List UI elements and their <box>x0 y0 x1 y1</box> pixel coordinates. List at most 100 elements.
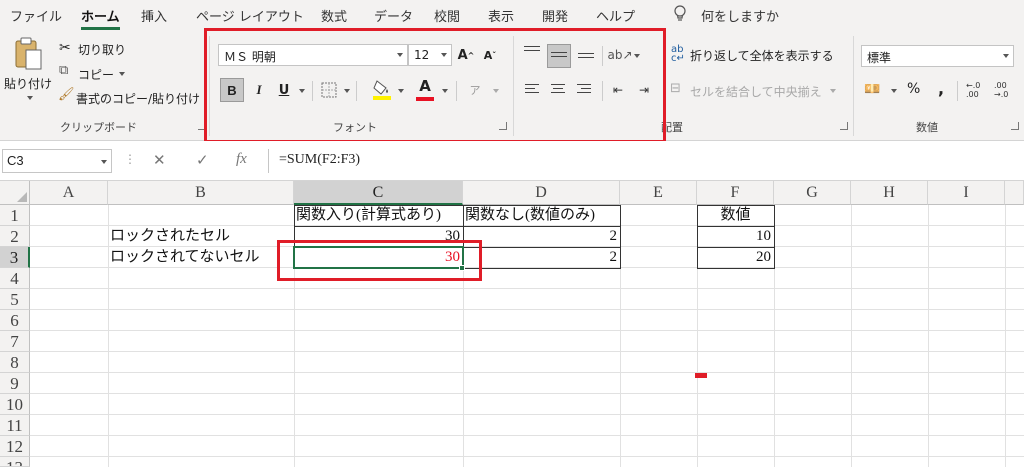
percent-button[interactable]: % <box>907 81 920 97</box>
paste-icon[interactable] <box>13 36 43 72</box>
bottom-align-button[interactable] <box>575 44 597 66</box>
decrease-decimal-icon[interactable]: .00 →.0 <box>994 81 1008 99</box>
col-header-i[interactable]: I <box>928 181 1005 205</box>
cell-c3[interactable]: 30 <box>294 247 463 268</box>
col-header-b[interactable]: B <box>108 181 294 205</box>
merge-dropdown-icon[interactable] <box>830 89 836 93</box>
cell-d2[interactable]: 2 <box>463 226 620 247</box>
align-right-button[interactable] <box>574 79 596 101</box>
align-center-button[interactable] <box>548 79 570 101</box>
col-header-g[interactable]: G <box>774 181 851 205</box>
font-name-select[interactable]: ＭＳ 明朝 <box>218 44 408 66</box>
tab-developer[interactable]: 開発 <box>542 6 568 25</box>
col-header-c[interactable]: C <box>294 181 463 205</box>
row-header-11[interactable]: 11 <box>0 415 30 436</box>
tab-help[interactable]: ヘルプ <box>596 6 635 25</box>
font-launcher-icon[interactable] <box>499 122 507 130</box>
row-header-9[interactable]: 9 <box>0 373 30 394</box>
decrease-indent-button[interactable]: ⇤ <box>607 79 629 101</box>
cut-button[interactable]: 切り取り <box>78 41 126 58</box>
align-left-button[interactable] <box>522 79 544 101</box>
row-header-2[interactable]: 2 <box>0 226 30 247</box>
row-header-13[interactable]: 13 <box>0 457 30 467</box>
col-header-f[interactable]: F <box>697 181 774 205</box>
cell-d1[interactable]: 関数なし(数値のみ) <box>465 205 619 226</box>
row-header-4[interactable]: 4 <box>0 268 30 289</box>
tab-data[interactable]: データ <box>374 6 413 25</box>
currency-dropdown-icon[interactable] <box>891 89 897 93</box>
top-align-button[interactable] <box>521 44 543 66</box>
cell-c1[interactable]: 関数入り(計算式あり) <box>296 205 462 226</box>
borders-icon[interactable] <box>320 81 338 99</box>
bold-button[interactable]: B <box>220 78 244 102</box>
orientation-dropdown-icon[interactable] <box>634 54 640 58</box>
col-header-e[interactable]: E <box>620 181 697 205</box>
orientation-button[interactable]: ab↗ <box>607 44 632 66</box>
tab-page-layout[interactable]: ページ レイアウト <box>196 6 304 25</box>
tab-home[interactable]: ホーム <box>81 6 120 30</box>
name-box[interactable]: C3 <box>2 149 112 173</box>
select-all-corner[interactable] <box>0 181 30 205</box>
cell-b3[interactable]: ロックされてないセル <box>110 247 294 268</box>
cell-f1[interactable]: 数値 <box>697 205 774 226</box>
number-launcher-icon[interactable] <box>1011 122 1019 130</box>
row-header-5[interactable]: 5 <box>0 289 30 310</box>
underline-dropdown-icon[interactable] <box>299 89 305 93</box>
tab-formulas[interactable]: 数式 <box>321 6 347 25</box>
row-header-6[interactable]: 6 <box>0 310 30 331</box>
font-color-button[interactable]: A <box>415 76 435 96</box>
row-header-7[interactable]: 7 <box>0 331 30 352</box>
enter-icon[interactable]: ✓ <box>196 151 209 169</box>
cell-c2[interactable]: 30 <box>294 226 463 247</box>
cell-f3[interactable]: 20 <box>697 247 774 268</box>
paste-dropdown-icon[interactable] <box>27 96 33 100</box>
formula-input[interactable]: =SUM(F2:F3) <box>268 149 1020 173</box>
decrease-font-size-button[interactable]: Aˇ <box>480 44 500 66</box>
col-header-h[interactable]: H <box>851 181 928 205</box>
col-header-a[interactable]: A <box>30 181 108 205</box>
phonetic-guide-button[interactable]: ア <box>464 80 486 100</box>
col-header-partial[interactable] <box>1005 181 1024 205</box>
tab-insert[interactable]: 挿入 <box>141 6 167 25</box>
borders-dropdown-icon[interactable] <box>344 89 350 93</box>
merge-center-button[interactable]: セルを結合して中央揃え <box>690 83 822 100</box>
phonetic-dropdown-icon[interactable] <box>493 89 499 93</box>
row-header-12[interactable]: 12 <box>0 436 30 457</box>
italic-button[interactable]: I <box>248 78 270 102</box>
clipboard-launcher-icon[interactable] <box>198 122 206 130</box>
copy-button[interactable]: コピー <box>78 66 114 83</box>
cancel-icon[interactable]: ✕ <box>153 151 166 169</box>
wrap-text-button[interactable]: 折り返して全体を表示する <box>690 47 834 64</box>
cell-d3[interactable]: 2 <box>463 247 620 268</box>
alignment-launcher-icon[interactable] <box>840 122 848 130</box>
increase-decimal-icon[interactable]: ←.0.00 <box>966 81 980 99</box>
comma-button[interactable]: , <box>938 79 944 98</box>
tell-me-search[interactable]: 何をしますか <box>701 6 779 25</box>
middle-align-button[interactable] <box>547 44 571 68</box>
format-painter-button[interactable]: 書式のコピー/貼り付け <box>76 90 200 107</box>
tab-file[interactable]: ファイル <box>10 6 62 25</box>
number-format-select[interactable]: 標準 <box>861 45 1014 67</box>
tab-review[interactable]: 校閲 <box>434 6 460 25</box>
insert-function-icon[interactable]: fx <box>236 151 247 168</box>
row-header-8[interactable]: 8 <box>0 352 30 373</box>
font-color-dropdown-icon[interactable] <box>442 89 448 93</box>
copy-dropdown-icon[interactable] <box>119 72 125 76</box>
col-header-d[interactable]: D <box>463 181 620 205</box>
font-size-select[interactable]: 12 <box>408 44 452 66</box>
row-header-3[interactable]: 3 <box>0 247 30 268</box>
tab-view[interactable]: 表示 <box>488 6 514 25</box>
increase-indent-button[interactable]: ⇥ <box>633 79 655 101</box>
increase-font-size-button[interactable]: A ^ <box>456 44 476 66</box>
currency-icon[interactable]: 💴 <box>864 82 880 97</box>
cell-b2[interactable]: ロックされたセル <box>110 226 294 247</box>
paste-button[interactable]: 貼り付け <box>4 75 52 92</box>
fill-handle[interactable] <box>459 265 465 271</box>
number-group-label: 数値 <box>916 121 938 134</box>
fill-color-dropdown-icon[interactable] <box>398 89 404 93</box>
row-header-10[interactable]: 10 <box>0 394 30 415</box>
underline-button[interactable]: U <box>274 78 294 102</box>
row-header-1[interactable]: 1 <box>0 205 30 226</box>
cell-f2[interactable]: 10 <box>697 226 774 247</box>
fill-color-icon[interactable] <box>372 78 392 102</box>
